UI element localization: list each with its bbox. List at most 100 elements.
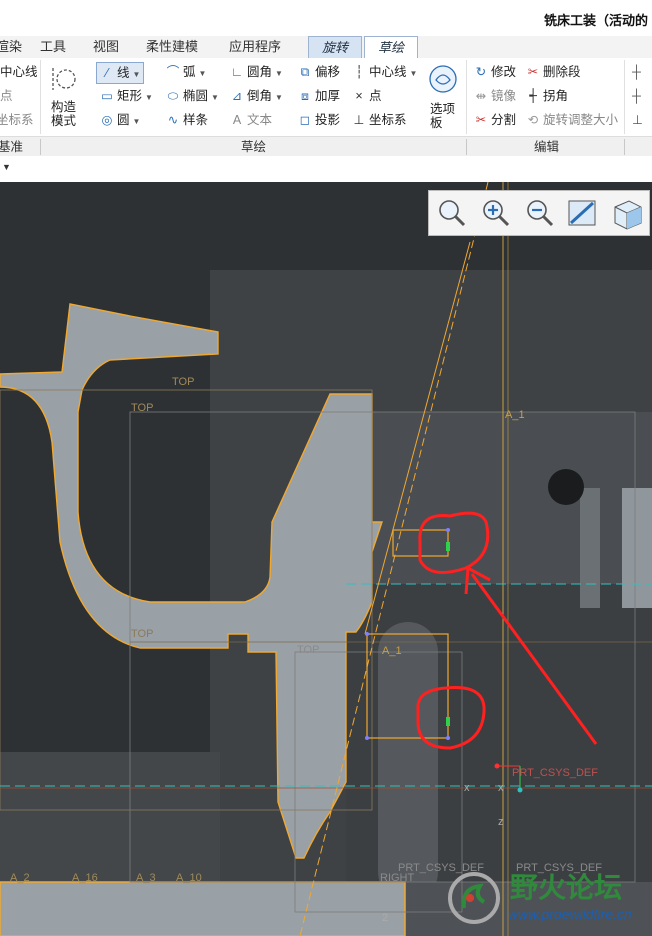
axis-label: A_10 <box>176 872 202 884</box>
chevron-down-icon[interactable]: ▼ <box>199 69 207 78</box>
title-bar: 铣床工装（活动的 <box>0 0 652 36</box>
spline-label: 样条 <box>183 113 209 127</box>
csys-origin <box>517 787 523 793</box>
chevron-down-icon[interactable]: ▼ <box>133 70 141 79</box>
datum-centerline-button[interactable]: 中心线 <box>0 62 38 82</box>
rotate-resize-icon: ⟲ <box>527 113 539 127</box>
divide-label: 分割 <box>491 113 517 127</box>
line-button[interactable]: ⁄ 线 ▼ <box>96 62 145 84</box>
rotate-resize-button[interactable]: ⟲ 旋转调整大小 <box>526 110 618 130</box>
spline-button[interactable]: ∿ 样条 <box>166 110 208 130</box>
arc-label: 弧 <box>183 65 196 79</box>
base-plate-section <box>0 881 406 936</box>
zoom-out-button[interactable] <box>521 195 557 231</box>
delete-segment-button[interactable]: ✂ 删除段 <box>526 62 581 82</box>
palette-button[interactable]: 选项 板 <box>424 62 462 132</box>
thicken-button[interactable]: ⧈ 加厚 <box>298 86 340 106</box>
graphics-viewport[interactable]: TOP TOP TOP TOP A_1 A_1 PRT_CSYS_DEF PRT… <box>0 182 652 936</box>
mirror-label: 镜像 <box>491 89 517 103</box>
tab-flexible-modeling[interactable]: 柔性建模 <box>146 36 198 58</box>
datum-csys-button[interactable]: 坐标系 <box>0 110 34 130</box>
zoom-in-button[interactable] <box>477 195 513 231</box>
centerline-button[interactable]: ┆ 中心线 ▼ <box>352 62 417 82</box>
point-button[interactable]: × 点 <box>352 86 382 106</box>
sketch-canvas[interactable] <box>0 182 652 936</box>
collapse-arrow-icon[interactable]: ▼ <box>2 162 11 172</box>
sketch-marker <box>446 717 450 726</box>
spline-icon: ∿ <box>167 113 179 127</box>
constraint-horizontal-button[interactable]: ┼ <box>632 86 641 106</box>
datum-csys-label: 坐标系 <box>0 113 34 127</box>
axis-x-label: x <box>464 782 470 794</box>
repaint-button[interactable] <box>565 195 601 231</box>
sketch-vertex[interactable] <box>365 632 369 636</box>
sketch-vertex[interactable] <box>446 528 450 532</box>
chevron-down-icon[interactable]: ▼ <box>275 93 283 102</box>
zoom-fit-button[interactable] <box>433 195 469 231</box>
group-datum-label: 基准 <box>0 140 24 154</box>
text-icon: A <box>232 113 242 127</box>
construction-mode-icon <box>52 68 76 90</box>
chevron-down-icon[interactable]: ▼ <box>410 69 418 78</box>
model-tree-strip: ▼ <box>0 156 652 182</box>
sketch-vertex[interactable] <box>446 736 450 740</box>
divide-button[interactable]: ✂ 分割 <box>474 110 516 130</box>
circle-button[interactable]: ◎ 圆 ▼ <box>100 110 141 130</box>
slot-body <box>378 622 438 902</box>
text-label: 文本 <box>247 113 273 127</box>
point-label: 点 <box>369 89 382 103</box>
chamfer-button[interactable]: ⊿ 倒角 ▼ <box>230 86 283 106</box>
group-sketch-label: 草绘 <box>241 140 267 154</box>
axis-z-label: z <box>498 816 504 828</box>
modify-label: 修改 <box>491 65 517 79</box>
corner-label: 拐角 <box>543 89 569 103</box>
perpendicular-icon: ⊥ <box>632 113 643 127</box>
mirror-button[interactable]: ⇹ 镜像 <box>474 86 516 106</box>
fillet-button[interactable]: ∟ 圆角 ▼ <box>230 62 283 82</box>
circle-icon: ◎ <box>101 113 113 127</box>
construction-mode-label: 构造 模式 <box>51 100 77 128</box>
chevron-down-icon[interactable]: ▼ <box>275 69 283 78</box>
constraint-vertical-button[interactable]: ┼ <box>632 62 641 82</box>
modify-button[interactable]: ↻ 修改 <box>474 62 516 82</box>
ellipse-label: 椭圆 <box>183 89 209 103</box>
arc-icon: ⌒ <box>166 65 180 79</box>
delete-segment-label: 删除段 <box>543 65 581 79</box>
chamfer-label: 倒角 <box>247 89 273 103</box>
centerline-label: 中心线 <box>369 65 407 79</box>
ellipse-button[interactable]: ⬭ 椭圆 ▼ <box>166 86 219 106</box>
view-toolbar <box>428 190 650 236</box>
ribbon-tabs: 渲染 工具 视图 柔性建模 应用程序 旋转 草绘 <box>0 36 652 60</box>
constraint-perpendicular-button[interactable]: ⊥ <box>632 110 643 130</box>
datum-point-button[interactable]: 点 <box>0 86 13 106</box>
project-button[interactable]: ◻ 投影 <box>298 110 340 130</box>
tab-sketch[interactable]: 草绘 <box>364 36 418 60</box>
tab-view[interactable]: 视图 <box>93 36 119 58</box>
text-button[interactable]: A 文本 <box>230 110 272 130</box>
sketch-vertex[interactable] <box>365 736 369 740</box>
watermark-url: www.proewildfire.cn <box>508 906 632 922</box>
line-label: 线 <box>117 66 130 80</box>
delete-segment-icon: ✂ <box>527 65 539 79</box>
dimension-label: 2 <box>382 912 389 924</box>
csys-label: 坐标系 <box>369 113 407 127</box>
corner-button[interactable]: ┽ 拐角 <box>526 86 568 106</box>
tab-tools[interactable]: 工具 <box>40 36 66 58</box>
chevron-down-icon[interactable]: ▼ <box>211 93 219 102</box>
tab-revolve[interactable]: 旋转 <box>308 36 362 58</box>
offset-button[interactable]: ⧉ 偏移 <box>298 62 340 82</box>
datum-label-top: TOP <box>172 376 195 388</box>
datum-label-top: TOP <box>297 644 320 656</box>
chevron-down-icon[interactable]: ▼ <box>133 117 141 126</box>
rectangle-button[interactable]: ▭ 矩形 ▼ <box>100 86 153 106</box>
arc-button[interactable]: ⌒ 弧 ▼ <box>166 62 207 82</box>
display-style-button[interactable] <box>609 195 645 231</box>
watermark: 野火论坛 www.proewildfire.cn <box>440 866 652 936</box>
csys-button[interactable]: ⊥ 坐标系 <box>352 110 407 130</box>
modify-icon: ↻ <box>475 65 487 79</box>
window-title: 铣床工装（活动的 <box>543 13 648 28</box>
chevron-down-icon[interactable]: ▼ <box>145 93 153 102</box>
tab-applications[interactable]: 应用程序 <box>229 36 281 58</box>
tab-render[interactable]: 渲染 <box>0 36 22 58</box>
construction-mode-button[interactable]: 构造 模式 <box>48 62 82 132</box>
